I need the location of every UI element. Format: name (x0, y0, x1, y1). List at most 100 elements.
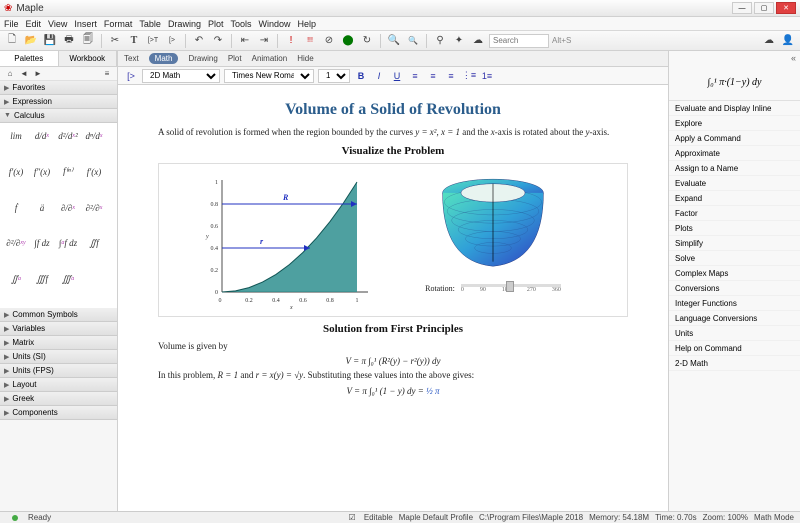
text-icon[interactable]: T (126, 33, 142, 49)
palette-greek[interactable]: Greek (0, 392, 117, 406)
palette-expression[interactable]: Expression (0, 95, 117, 109)
sym-iiintab[interactable]: ∭a (56, 270, 80, 288)
context-item[interactable]: Evaluate (669, 176, 800, 191)
menu-edit[interactable]: Edit (26, 19, 42, 29)
sym-fpx[interactable]: f′(x) (82, 163, 106, 181)
plot-2d[interactable]: 0 0.2 0.4 0.6 0.8 1 0 0.2 0.4 0.6 0.8 1 (198, 170, 378, 310)
sym-ddx[interactable]: d/dx (30, 127, 54, 145)
print-icon[interactable]: 🖶 (61, 33, 77, 49)
sym-d2dx2[interactable]: d²/dx² (56, 127, 80, 145)
sym-fprime[interactable]: f′(x) (4, 163, 28, 181)
execute-all-icon[interactable]: !!! (302, 33, 318, 49)
rise-icon[interactable]: ☁ (470, 33, 486, 49)
sym-dndxn[interactable]: dⁿ/dx (82, 127, 106, 145)
tab-drawing[interactable]: Drawing (188, 54, 217, 63)
sym-fdot[interactable]: ḟ (4, 199, 28, 217)
tab-workbook[interactable]: Workbook (59, 51, 118, 66)
style-select[interactable]: 2D Math (142, 69, 220, 83)
rotation-slider[interactable] (461, 284, 561, 287)
restart-icon[interactable]: ↻ (359, 33, 375, 49)
palette-common[interactable]: Common Symbols (0, 308, 117, 322)
context-item[interactable]: Apply a Command (669, 131, 800, 146)
menu-drawing[interactable]: Drawing (168, 19, 201, 29)
insert-text-icon[interactable]: [>T (145, 33, 161, 49)
align-right-icon[interactable]: ≡ (444, 69, 458, 83)
palette-components[interactable]: Components (0, 406, 117, 420)
tab-animation[interactable]: Animation (252, 54, 288, 63)
tab-plot[interactable]: Plot (228, 54, 242, 63)
sym-partial[interactable]: ∂/∂x (56, 199, 80, 217)
back-icon[interactable]: ◄ (18, 68, 30, 80)
minimize-button[interactable]: — (732, 2, 752, 14)
menu-insert[interactable]: Insert (74, 19, 97, 29)
palette-favorites[interactable]: Favorites (0, 81, 117, 95)
bullets-icon[interactable]: ⋮≡ (462, 69, 476, 83)
sym-fn[interactable]: f⁽ⁿ⁾ (56, 163, 80, 181)
numbers-icon[interactable]: 1≡ (480, 69, 494, 83)
undo-icon[interactable]: ↶ (191, 33, 207, 49)
context-item[interactable]: Conversions (669, 281, 800, 296)
sym-adot[interactable]: ä (30, 199, 54, 217)
menu-table[interactable]: Table (139, 19, 161, 29)
cut-icon[interactable]: ✂ (107, 33, 123, 49)
menu-icon[interactable]: ≡ (101, 68, 113, 80)
menu-plot[interactable]: Plot (208, 19, 224, 29)
tab-palettes[interactable]: Palettes (0, 51, 59, 66)
tab-text[interactable]: Text (124, 54, 139, 63)
sym-iintab[interactable]: ∬a (4, 270, 28, 288)
prompt-icon[interactable]: [> (124, 69, 138, 83)
palette-units-si[interactable]: Units (SI) (0, 350, 117, 364)
stop-icon[interactable]: ⊘ (321, 33, 337, 49)
new-icon[interactable]: 🗋 (4, 33, 20, 49)
palette-variables[interactable]: Variables (0, 322, 117, 336)
italic-button[interactable]: I (372, 69, 386, 83)
menu-format[interactable]: Format (104, 19, 133, 29)
tab-hide[interactable]: Hide (297, 54, 313, 63)
sym-lim[interactable]: lim (4, 127, 28, 145)
menu-view[interactable]: View (48, 19, 67, 29)
tool1-icon[interactable]: ⚲ (432, 33, 448, 49)
plot-3d[interactable]: Rotation: 090180270360 (398, 170, 588, 310)
sym-iiint[interactable]: ∭f (30, 270, 54, 288)
cloud-icon[interactable]: ☁ (761, 33, 777, 49)
context-item[interactable]: Expand (669, 191, 800, 206)
context-item[interactable]: Solve (669, 251, 800, 266)
menu-tools[interactable]: Tools (230, 19, 251, 29)
tab-math[interactable]: Math (149, 53, 179, 64)
palette-calculus[interactable]: Calculus (0, 109, 117, 123)
maximize-button[interactable]: ▢ (754, 2, 774, 14)
context-item[interactable]: Assign to a Name (669, 161, 800, 176)
collapse-icon[interactable]: « (791, 53, 796, 63)
sym-iint[interactable]: ∬f (82, 234, 106, 252)
tool2-icon[interactable]: ✦ (451, 33, 467, 49)
context-item[interactable]: Help on Command (669, 341, 800, 356)
context-item[interactable]: Plots (669, 221, 800, 236)
sym-int[interactable]: ∫f dz (30, 234, 54, 252)
zoom-out-icon[interactable]: 🔍 (405, 33, 421, 49)
fwd-icon[interactable]: ► (32, 68, 44, 80)
context-item[interactable]: Integer Functions (669, 296, 800, 311)
debug-icon[interactable]: ⬤ (340, 33, 356, 49)
search-input[interactable] (489, 34, 549, 48)
bold-button[interactable]: B (354, 69, 368, 83)
sym-fpp[interactable]: f″(x) (30, 163, 54, 181)
open-icon[interactable]: 📂 (23, 33, 39, 49)
insert-exec-icon[interactable]: [> (164, 33, 180, 49)
context-item[interactable]: 2-D Math (669, 356, 800, 371)
palette-layout[interactable]: Layout (0, 378, 117, 392)
menu-file[interactable]: File (4, 19, 19, 29)
home-icon[interactable]: ⌂ (4, 68, 16, 80)
menu-help[interactable]: Help (298, 19, 317, 29)
save-icon[interactable]: 💾 (42, 33, 58, 49)
signin-icon[interactable]: 👤 (780, 33, 796, 49)
context-item[interactable]: Language Conversions (669, 311, 800, 326)
sym-partialxy[interactable]: ∂²/∂xy (4, 234, 28, 252)
palette-units-fps[interactable]: Units (FPS) (0, 364, 117, 378)
context-item[interactable]: Explore (669, 116, 800, 131)
redo-icon[interactable]: ↷ (210, 33, 226, 49)
preview-icon[interactable]: 🗐 (80, 33, 96, 49)
align-center-icon[interactable]: ≡ (426, 69, 440, 83)
zoom-in-icon[interactable]: 🔍 (386, 33, 402, 49)
palette-matrix[interactable]: Matrix (0, 336, 117, 350)
execute-icon[interactable]: ! (283, 33, 299, 49)
